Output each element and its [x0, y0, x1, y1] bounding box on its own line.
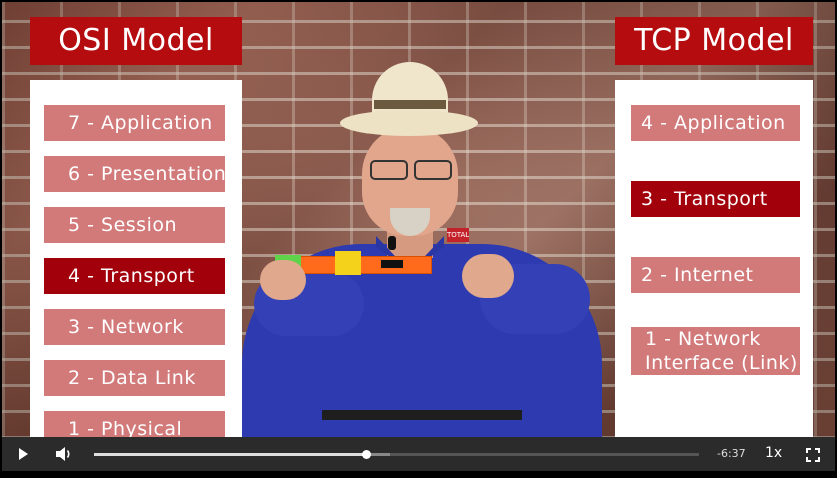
fullscreen-button[interactable] [806, 447, 820, 462]
osi-layer-1: 1 - Physical [44, 411, 225, 439]
osi-layer-4: 4 - Transport [44, 258, 225, 294]
presenter-right-hand [462, 254, 514, 298]
volume-button[interactable] [54, 446, 74, 462]
player-bottom-edge [0, 471, 837, 478]
packet-prop [275, 251, 432, 275]
progress-bar[interactable] [94, 450, 699, 459]
presenter: TOTAL [242, 32, 602, 439]
tcp-layer-1: 1 - Network Interface (Link) [631, 327, 800, 375]
osi-layer-2: 2 - Data Link [44, 360, 225, 396]
presenter-belt [322, 410, 522, 420]
hat-band [374, 100, 446, 109]
lapel-mic-icon [388, 236, 396, 250]
progress-fill [94, 453, 367, 456]
playback-speed-button[interactable]: 1x [765, 445, 782, 461]
logo-badge: TOTAL [447, 228, 469, 242]
osi-title: OSI Model [30, 17, 242, 65]
play-icon [19, 448, 28, 460]
time-remaining: -6:37 [717, 447, 746, 460]
hat-brim [340, 110, 478, 136]
osi-layer-6: 6 - Presentation [44, 156, 226, 192]
tcp-panel: 4 - Application 3 - Transport 2 - Intern… [615, 80, 813, 439]
play-button[interactable] [15, 446, 31, 462]
video-player[interactable]: OSI Model 7 - Application 6 - Presentati… [0, 0, 837, 478]
progress-scrubber-handle[interactable] [362, 450, 372, 459]
tcp-layer-2: 2 - Internet [631, 257, 800, 293]
presenter-left-hand [260, 260, 306, 300]
tcp-title: TCP Model [615, 17, 813, 65]
fullscreen-icon [806, 448, 820, 462]
osi-layer-3: 3 - Network [44, 309, 225, 345]
osi-panel: 7 - Application 6 - Presentation 5 - Ses… [30, 80, 242, 439]
glasses-icon [366, 160, 454, 180]
osi-layer-7: 7 - Application [44, 105, 225, 141]
video-frame[interactable]: OSI Model 7 - Application 6 - Presentati… [2, 2, 835, 439]
volume-icon [56, 447, 70, 461]
tcp-layer-4: 4 - Application [631, 105, 800, 141]
tcp-layer-3: 3 - Transport [631, 181, 800, 217]
video-controls: -6:37 1x [2, 437, 835, 471]
osi-layer-5: 5 - Session [44, 207, 225, 243]
